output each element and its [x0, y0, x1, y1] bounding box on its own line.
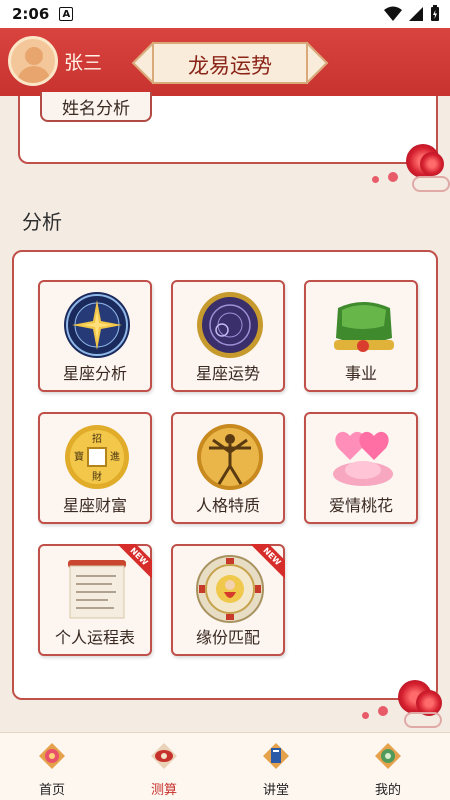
avatar[interactable] [8, 36, 58, 86]
new-badge: NEW [249, 544, 285, 580]
nav-label: 讲堂 [262, 783, 289, 798]
nav-label: 我的 [374, 783, 401, 798]
grid-item-label: 事业 [344, 364, 377, 383]
battery-icon [431, 5, 439, 21]
status-time: 2:06 [12, 5, 50, 23]
grid-item-label: 爱情桃花 [328, 496, 393, 515]
zodiac-wealth-item[interactable]: 招 進 財 寶 星座财富 [38, 412, 152, 524]
notification-icon: A [59, 7, 74, 21]
vitruvian-man-icon [197, 424, 263, 490]
peony-flower-icon [420, 152, 444, 176]
new-badge: NEW [116, 544, 152, 580]
compatibility-item[interactable]: NEW 缘份匹配 [171, 544, 285, 656]
blossom-icon [378, 706, 388, 716]
nav-item-divination[interactable]: 测算 [124, 741, 204, 798]
section-title: 分析 [22, 210, 62, 234]
bottom-nav: 首页 测算 讲堂 我的 [0, 732, 450, 800]
nav-item-lecture[interactable]: 讲堂 [236, 741, 316, 798]
status-indicators [384, 5, 440, 22]
career-item[interactable]: 事业 [304, 280, 418, 392]
grid-item-label: 缘份匹配 [195, 628, 260, 647]
nav-item-home[interactable]: 首页 [12, 741, 92, 798]
coin-char-bottom: 財 [92, 470, 102, 483]
grid-item-label: 个人运程表 [54, 628, 135, 647]
wifi-icon [384, 6, 402, 21]
astrology-dial-icon [197, 292, 263, 358]
personality-item[interactable]: 人格特质 [171, 412, 285, 524]
grid-item-label: 人格特质 [195, 496, 260, 515]
zodiac-analysis-item[interactable]: 星座分析 [38, 280, 152, 392]
hearts-lotus-icon [333, 431, 393, 486]
blossom-icon [362, 712, 369, 719]
official-hat-icon [334, 302, 394, 352]
nav-label: 首页 [38, 783, 65, 798]
page-title: 龙易运势 [188, 54, 272, 78]
cloud-ornament-icon [412, 176, 450, 192]
coin-char-right: 進 [110, 451, 120, 463]
signal-icon [409, 6, 423, 21]
personal-horoscope-item[interactable]: NEW 个人运程表 [38, 544, 152, 656]
grid-item-label: 星座分析 [62, 364, 127, 383]
grid-item-label: 星座运势 [195, 364, 260, 383]
zodiac-fortune-item[interactable]: 星座运势 [171, 280, 285, 392]
status-bar: 2:06 A [0, 0, 450, 28]
love-item[interactable]: 爱情桃花 [304, 412, 418, 524]
cloud-ornament-icon [404, 712, 442, 728]
lotus-home-icon [39, 743, 65, 769]
coin-icon: 招 進 財 寶 [65, 425, 129, 489]
app-header: 张三 龙易运势 [0, 28, 450, 96]
zodiac-wheel-icon [64, 292, 130, 358]
blossom-icon [388, 172, 398, 182]
nav-item-profile[interactable]: 我的 [348, 741, 428, 798]
top-card: 姓名分析 [18, 92, 438, 164]
name-analysis-item[interactable]: 姓名分析 [40, 92, 152, 122]
divination-icon [151, 743, 177, 769]
coin-char-left: 寶 [74, 450, 84, 463]
grid-item-label: 星座财富 [62, 496, 127, 515]
analysis-card: 星座分析 星座运势 事业 招 進 財 寶 星座财富 人格特质 爱情桃花 NEW … [12, 250, 438, 700]
username[interactable]: 张三 [64, 48, 102, 75]
profile-medallion-icon [375, 743, 401, 769]
coin-char-top: 招 [92, 432, 102, 445]
blossom-icon [372, 176, 379, 183]
title-banner: 龙易运势 [130, 41, 330, 85]
nav-label: 测算 [150, 783, 177, 798]
book-lecture-icon [263, 743, 289, 769]
